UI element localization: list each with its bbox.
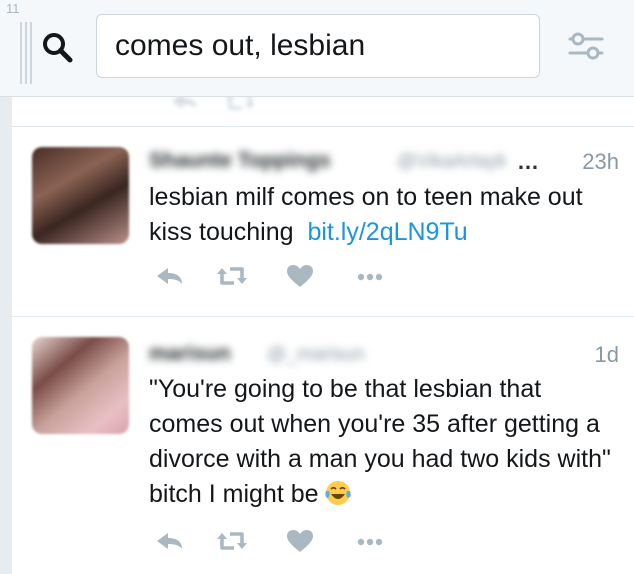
user-name[interactable]: marisun <box>149 342 231 366</box>
tears-of-joy-emoji <box>325 481 352 505</box>
tweet-header: marisun @_marisun 1d <box>149 342 619 370</box>
retweet-icon[interactable] <box>222 97 258 115</box>
tweet[interactable]: marisun @_marisun 1d "You're going to be… <box>12 317 634 574</box>
more-icon[interactable] <box>352 262 388 290</box>
user-handle[interactable]: @_marisun <box>267 344 364 366</box>
drag-handle[interactable] <box>20 22 32 84</box>
reply-icon[interactable] <box>152 262 188 290</box>
tweet-actions <box>152 527 412 557</box>
avatar[interactable] <box>32 337 129 434</box>
tweet-text-content: "You're going to be that lesbian that co… <box>149 375 611 508</box>
like-icon[interactable] <box>282 262 318 290</box>
search-icon[interactable] <box>40 30 76 66</box>
timestamp[interactable]: 23h <box>582 149 619 175</box>
tweet-text: "You're going to be that lesbian that co… <box>149 372 619 512</box>
reply-icon[interactable] <box>167 97 203 115</box>
tweet-link[interactable]: bit.ly/2qLN9Tu <box>307 218 467 246</box>
truncation-ellipsis: … <box>517 149 539 174</box>
tweet-feed[interactable]: Shaunte Toppings @VikaArtayk … 23h lesbi… <box>12 97 634 574</box>
avatar[interactable] <box>32 147 129 244</box>
tweet-actions <box>152 262 412 292</box>
search-bar: 11 <box>0 0 634 97</box>
user-handle[interactable]: @VikaArtayk <box>397 151 507 173</box>
tweet-header: Shaunte Toppings @VikaArtayk … 23h <box>149 149 619 177</box>
tweet-text: lesbian milf comes on to teen make out k… <box>149 180 619 250</box>
retweet-icon[interactable] <box>214 527 250 555</box>
tweet[interactable]: Shaunte Toppings @VikaArtayk … 23h lesbi… <box>12 127 634 317</box>
retweet-icon[interactable] <box>214 262 250 290</box>
user-name[interactable]: Shaunte Toppings <box>149 149 331 173</box>
reply-icon[interactable] <box>152 527 188 555</box>
more-icon[interactable] <box>352 527 388 555</box>
timestamp[interactable]: 1d <box>595 342 619 368</box>
search-input[interactable] <box>96 14 540 78</box>
tweet-previous[interactable] <box>12 97 634 127</box>
filter-icon[interactable] <box>566 28 606 64</box>
column-number: 11 <box>6 1 20 16</box>
like-icon[interactable] <box>282 527 318 555</box>
